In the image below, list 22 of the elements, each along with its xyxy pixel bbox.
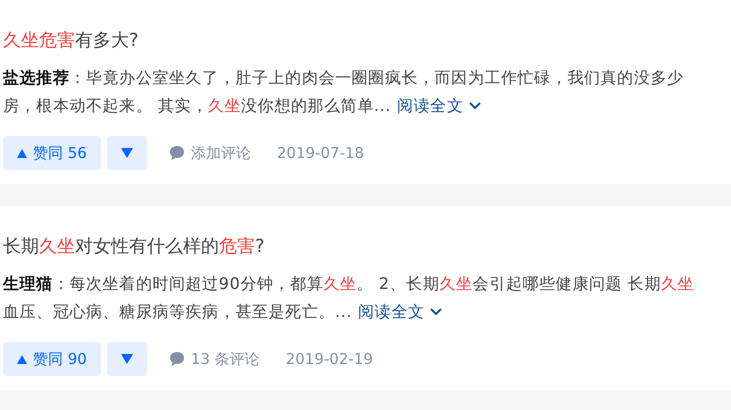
excerpt-text: 房，根本动不起来。 其实，久坐没你想的那么简单... <box>3 95 391 117</box>
excerpt-text: 血压、冠心病、糖尿病等疾病，甚至是死亡。... <box>3 301 352 323</box>
chevron-down-icon <box>469 102 482 110</box>
upvote-button[interactable]: 赞同 90 <box>3 342 101 376</box>
chevron-down-icon <box>430 308 442 316</box>
read-more-link[interactable]: 阅读全文 <box>358 298 442 326</box>
result-title[interactable]: 长期久坐对女性有什么样的危害? <box>3 234 731 260</box>
upvote-button[interactable]: 赞同 56 <box>3 136 101 170</box>
down-triangle-icon <box>120 148 133 158</box>
post-date: 2019-07-18 <box>276 144 364 162</box>
up-triangle-icon <box>17 354 27 364</box>
up-triangle-icon <box>17 148 27 158</box>
post-date: 2019-02-19 <box>286 350 373 368</box>
read-more-link[interactable]: 阅读全文 <box>396 92 482 120</box>
comment-icon <box>168 145 185 161</box>
excerpt-text: 盐选推荐：毕竟办公室坐久了，肚子上的肉会一圈圈疯长，而因为工作忙碌，我们真的没多少 <box>3 67 684 89</box>
down-triangle-icon <box>120 354 133 364</box>
downvote-button[interactable] <box>106 342 147 376</box>
excerpt-text: 生理猫：每次坐着的时间超过90分钟，都算久坐。 2、长期久坐会引起哪些健康问题 长期久坐 <box>3 273 694 295</box>
comment-icon <box>168 351 185 367</box>
downvote-button[interactable] <box>106 136 147 170</box>
result-title[interactable]: 久坐危害有多大? <box>3 28 731 54</box>
